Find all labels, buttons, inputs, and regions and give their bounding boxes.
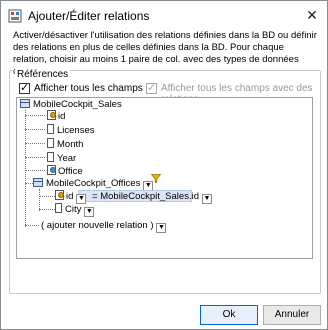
add-new-relation-label: ( ajouter nouvelle relation ): [41, 220, 154, 231]
field-label: Month: [57, 139, 84, 150]
cancel-button[interactable]: Annuler: [263, 305, 321, 325]
column-icon: [47, 138, 54, 148]
tree-field-id[interactable]: id: [47, 110, 65, 122]
field-label: City: [65, 204, 82, 215]
add-edit-relations-dialog: Ajouter/Éditer relations ✕ Activer/désac…: [0, 0, 328, 330]
tree-related-field-city[interactable]: City ▼: [55, 203, 95, 217]
tree-connector: [25, 157, 45, 158]
tree-connector: [25, 129, 45, 130]
tree-field-month[interactable]: Month: [47, 138, 83, 150]
tree-connector: [25, 170, 45, 171]
show-all-fields-with-relations-checkbox[interactable]: [146, 81, 157, 94]
tree-connector: [39, 196, 55, 197]
tree-connector: [25, 183, 33, 184]
column-icon: [47, 124, 54, 134]
field-label: id: [58, 111, 66, 122]
tree-related-field-id[interactable]: id ▼ = MobileCockpit_Sales.id ▼: [55, 190, 212, 204]
tree-connector: [39, 209, 55, 210]
tree-root-table[interactable]: MobileCockpit_Sales: [20, 99, 122, 111]
foreign-key-icon: [47, 165, 56, 175]
tree-field-licenses[interactable]: Licenses: [47, 124, 95, 136]
references-group-label: Références: [15, 69, 71, 80]
filter-icon[interactable]: [151, 174, 161, 183]
add-relation-dropdown[interactable]: ▼: [156, 223, 167, 233]
show-all-fields-label: Afficher tous les champs: [34, 83, 143, 94]
tree-connector: [25, 110, 26, 227]
relations-app-icon: [8, 9, 22, 23]
field-dropdown[interactable]: ▼: [84, 207, 95, 217]
table-icon: [20, 99, 30, 108]
tree-connector: [25, 225, 39, 226]
tree-field-year[interactable]: Year: [47, 152, 76, 164]
primary-key-icon: [55, 190, 64, 200]
ok-button[interactable]: Ok: [200, 305, 258, 325]
relation-target-label: = MobileCockpit_Sales.id: [92, 191, 199, 202]
column-icon: [55, 203, 62, 213]
tree-connector: [39, 189, 40, 211]
related-table-name: MobileCockpit_Offices: [46, 178, 141, 189]
field-label: id: [66, 191, 74, 202]
field-label: Year: [57, 153, 77, 164]
primary-key-icon: [47, 110, 56, 120]
relation-target-dropdown[interactable]: ▼: [201, 194, 212, 204]
tree-connector: [25, 115, 45, 116]
tree-connector: [25, 143, 45, 144]
field-label: Office: [58, 166, 83, 177]
add-new-relation[interactable]: ( ajouter nouvelle relation ) ▼: [41, 220, 167, 233]
close-icon[interactable]: ✕: [304, 7, 320, 23]
title-bar: Ajouter/Éditer relations ✕: [1, 1, 327, 31]
tree-related-table[interactable]: MobileCockpit_Offices ▼: [33, 178, 154, 191]
column-icon: [47, 152, 54, 162]
tree-field-office[interactable]: Office: [47, 165, 83, 177]
dialog-title: Ajouter/Éditer relations: [28, 9, 150, 23]
table-icon: [33, 178, 43, 187]
show-all-fields-checkbox[interactable]: [19, 81, 30, 94]
field-label: Licenses: [57, 125, 95, 136]
root-table-name: MobileCockpit_Sales: [33, 99, 122, 110]
